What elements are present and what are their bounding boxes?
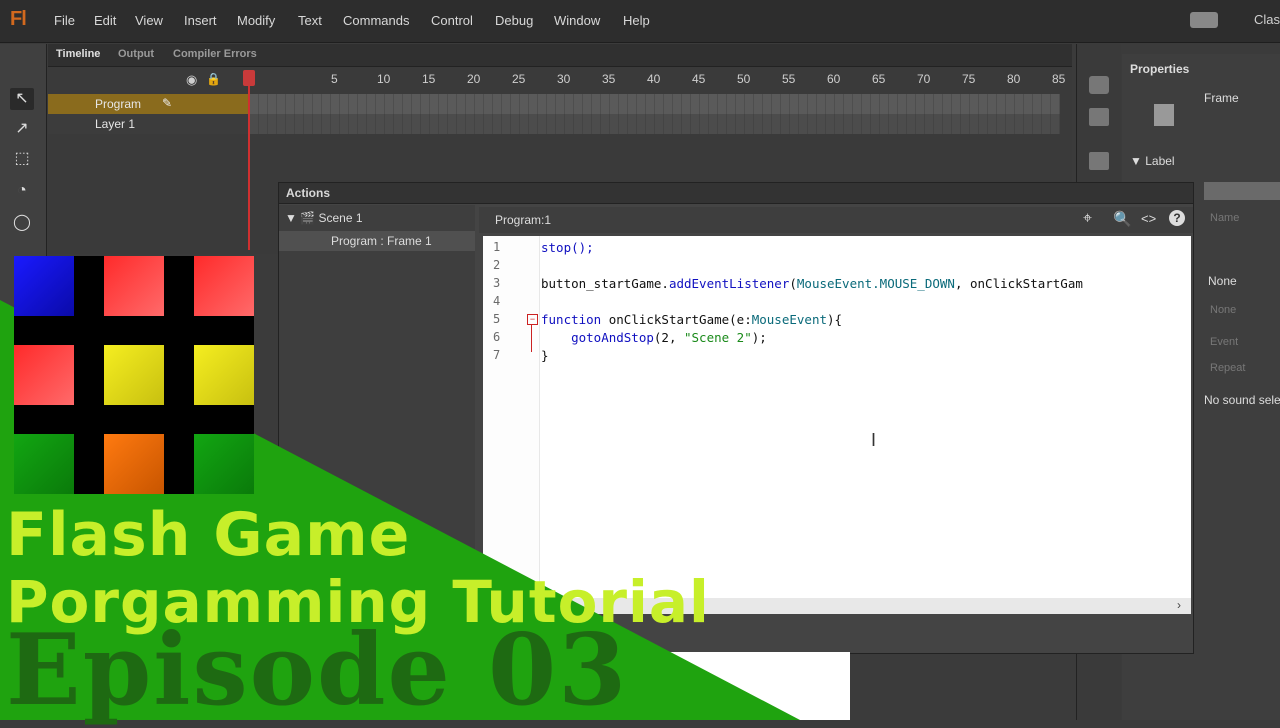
overlay-title-line-1: Flash Game bbox=[6, 500, 411, 570]
overlay-episode-title: Episode 03 bbox=[6, 613, 629, 728]
game-grid-logo bbox=[14, 256, 254, 494]
